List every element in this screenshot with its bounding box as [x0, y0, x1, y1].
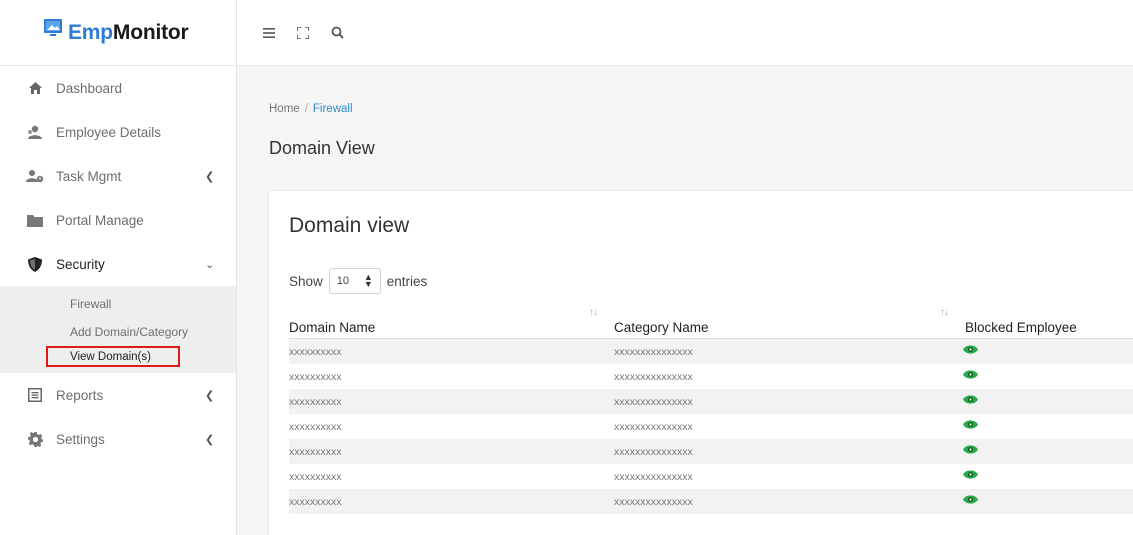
- category-cell: xxxxxxxxxxxxxxx: [614, 446, 693, 458]
- sidebar: EmpMonitor Dashboard Employee Details Ta…: [0, 0, 237, 535]
- domain-cell: xxxxxxxxxx: [289, 371, 342, 383]
- entries-length-control: Show 10 ▲ ▼ entries: [289, 268, 427, 294]
- sidebar-item-settings[interactable]: Settings ❮: [0, 417, 236, 461]
- sidebar-item-label: Task Mgmt: [56, 168, 122, 184]
- table-row: xxxxxxxxxx xxxxxxxxxxxxxxx: [289, 364, 1133, 389]
- eye-icon[interactable]: [963, 494, 978, 508]
- category-cell: xxxxxxxxxxxxxxx: [614, 496, 693, 508]
- submenu-item-add-domain-category[interactable]: Add Domain/Category: [0, 318, 236, 346]
- chevron-down-icon: ⌄: [205, 258, 215, 271]
- sidebar-nav-lower: Reports ❮ Settings ❮: [0, 373, 236, 461]
- eye-icon[interactable]: [963, 369, 978, 383]
- top-bar: [237, 0, 1133, 66]
- eye-icon[interactable]: [963, 344, 978, 358]
- breadcrumb-home[interactable]: Home: [269, 103, 300, 115]
- submenu-item-firewall[interactable]: Firewall: [0, 290, 236, 318]
- category-cell: xxxxxxxxxxxxxxx: [614, 471, 693, 483]
- security-submenu: Firewall Add Domain/Category View Domain…: [0, 286, 236, 373]
- shield-icon: [26, 255, 44, 273]
- chevron-left-icon: ❮: [205, 433, 215, 446]
- sidebar-nav: Dashboard Employee Details Task Mgmt ❮ P…: [0, 66, 236, 286]
- domain-cell: xxxxxxxxxx: [289, 421, 342, 433]
- sort-icon[interactable]: ↑↓: [589, 307, 598, 318]
- brand-suffix: Monitor: [112, 20, 189, 44]
- domain-cell: xxxxxxxxxx: [289, 471, 342, 483]
- gear-icon: [26, 430, 44, 448]
- select-arrows-icon: ▲ ▼: [363, 272, 373, 289]
- breadcrumb-current[interactable]: Firewall: [313, 103, 353, 115]
- breadcrumb-separator: /: [304, 103, 308, 115]
- domain-cell: xxxxxxxxxx: [289, 396, 342, 408]
- breadcrumb: Home / Firewall: [269, 103, 353, 115]
- domain-view-card: Domain view Show 10 ▲ ▼ entries Domain Na…: [268, 190, 1133, 535]
- submenu-item-view-domains[interactable]: View Domain(s): [46, 346, 180, 367]
- report-icon: [26, 386, 44, 404]
- app-logo[interactable]: EmpMonitor: [0, 0, 236, 66]
- sidebar-item-portal-manage[interactable]: Portal Manage: [0, 198, 236, 242]
- entries-label: entries: [386, 273, 428, 289]
- menu-icon[interactable]: [261, 25, 277, 41]
- fullscreen-icon[interactable]: [295, 25, 311, 41]
- table-row: xxxxxxxxxx xxxxxxxxxxxxxxx: [289, 489, 1133, 514]
- users-icon: [26, 167, 44, 185]
- column-header-domain-name[interactable]: Domain Name: [289, 320, 375, 335]
- logo-icon: [44, 18, 62, 36]
- sidebar-item-label: Reports: [56, 387, 104, 403]
- category-cell: xxxxxxxxxxxxxxx: [614, 396, 693, 408]
- column-header-category-name[interactable]: Category Name: [614, 320, 709, 335]
- domain-cell: xxxxxxxxxx: [289, 446, 342, 458]
- folder-icon: [26, 211, 44, 229]
- brand-prefix: Emp: [68, 20, 113, 44]
- main-content: Home / Firewall Domain View Domain view Sh…: [237, 66, 1133, 535]
- sidebar-item-label: Employee Details: [56, 124, 162, 140]
- domain-cell: xxxxxxxxxx: [289, 496, 342, 508]
- app-title: EmpMonitor: [68, 21, 189, 45]
- page-title: Domain View: [269, 138, 375, 158]
- table-row: xxxxxxxxxx xxxxxxxxxxxxxxx: [289, 339, 1133, 364]
- domain-cell: xxxxxxxxxx: [289, 346, 342, 358]
- sidebar-item-label: Security: [56, 256, 105, 272]
- sidebar-item-task-mgmt[interactable]: Task Mgmt ❮: [0, 154, 236, 198]
- category-cell: xxxxxxxxxxxxxxx: [614, 371, 693, 383]
- column-header-blocked-employee[interactable]: Blocked Employee: [965, 320, 1077, 335]
- entries-select[interactable]: 10 ▲ ▼: [328, 268, 381, 294]
- sidebar-item-reports[interactable]: Reports ❮: [0, 373, 236, 417]
- sidebar-item-label: Dashboard: [56, 80, 123, 96]
- sidebar-item-label: Portal Manage: [56, 212, 144, 228]
- table-row: xxxxxxxxxx xxxxxxxxxxxxxxx: [289, 464, 1133, 489]
- domains-table: Domain Name ↑↓ Category Name ↑↓ Blocked …: [289, 303, 1133, 514]
- eye-icon[interactable]: [963, 444, 978, 458]
- employee-icon: [26, 123, 44, 141]
- entries-select-value: 10: [336, 275, 350, 287]
- home-icon: [26, 79, 44, 97]
- table-row: xxxxxxxxxx xxxxxxxxxxxxxxx: [289, 439, 1133, 464]
- eye-icon[interactable]: [963, 394, 978, 408]
- sidebar-item-dashboard[interactable]: Dashboard: [0, 66, 236, 110]
- sidebar-item-security[interactable]: Security ⌄: [0, 242, 236, 286]
- chevron-left-icon: ❮: [205, 170, 215, 183]
- table-header: Domain Name ↑↓ Category Name ↑↓ Blocked …: [289, 303, 1133, 339]
- show-label: Show: [289, 273, 323, 289]
- sidebar-item-label: Settings: [56, 431, 105, 447]
- card-title: Domain view: [289, 214, 410, 237]
- sidebar-item-employee-details[interactable]: Employee Details: [0, 110, 236, 154]
- table-row: xxxxxxxxxx xxxxxxxxxxxxxxx: [289, 389, 1133, 414]
- category-cell: xxxxxxxxxxxxxxx: [614, 346, 693, 358]
- search-icon[interactable]: [329, 25, 345, 41]
- category-cell: xxxxxxxxxxxxxxx: [614, 421, 693, 433]
- chevron-left-icon: ❮: [205, 389, 215, 402]
- sort-icon[interactable]: ↑↓: [940, 307, 949, 318]
- table-row: xxxxxxxxxx xxxxxxxxxxxxxxx: [289, 414, 1133, 439]
- eye-icon[interactable]: [963, 419, 978, 433]
- eye-icon[interactable]: [963, 469, 978, 483]
